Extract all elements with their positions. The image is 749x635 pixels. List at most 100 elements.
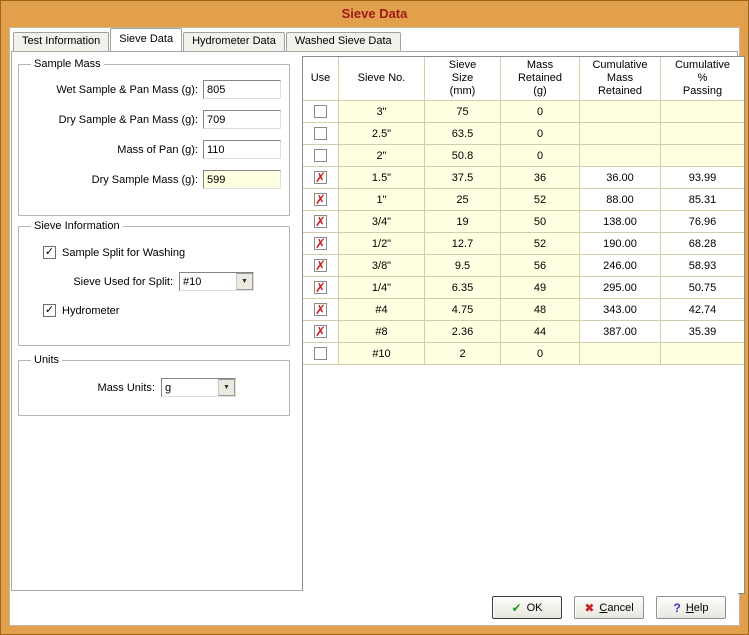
sieve-used-for-split-select[interactable]: #10 ▼ bbox=[179, 272, 254, 291]
sieve-table-body: 3"7502.5"63.502"50.80✗1.5"37.53636.0093.… bbox=[303, 101, 744, 365]
unchecked-box-icon bbox=[314, 149, 327, 162]
cumulative-mass-cell bbox=[580, 145, 661, 167]
cumulative-passing-cell: 42.74 bbox=[661, 299, 744, 321]
sieve-size-cell: 9.5 bbox=[425, 255, 501, 277]
sieve-no-cell: #4 bbox=[339, 299, 425, 321]
wet-sample-pan-mass-label: Wet Sample & Pan Mass (g): bbox=[27, 84, 198, 96]
use-checkbox[interactable]: ✗ bbox=[303, 233, 339, 255]
sample-mass-group: Sample Mass Wet Sample & Pan Mass (g): D… bbox=[18, 58, 290, 216]
mass-retained-cell[interactable]: 44 bbox=[501, 321, 580, 343]
cumulative-passing-cell: 93.99 bbox=[661, 167, 744, 189]
table-row: ✗1/2"12.752190.0068.28 bbox=[303, 233, 744, 255]
mass-units-label: Mass Units: bbox=[27, 382, 155, 394]
mass-retained-cell[interactable]: 0 bbox=[501, 101, 580, 123]
table-row: 3"750 bbox=[303, 101, 744, 123]
use-checkbox[interactable] bbox=[303, 123, 339, 145]
mass-retained-cell[interactable]: 0 bbox=[501, 343, 580, 365]
chevron-down-icon[interactable]: ▼ bbox=[218, 379, 235, 396]
sample-split-label: Sample Split for Washing bbox=[62, 247, 185, 259]
use-checkbox[interactable] bbox=[303, 101, 339, 123]
table-row: 2.5"63.50 bbox=[303, 123, 744, 145]
x-icon: ✖ bbox=[584, 602, 594, 614]
hydrometer-label: Hydrometer bbox=[62, 305, 119, 317]
use-checkbox[interactable]: ✗ bbox=[303, 277, 339, 299]
mass-retained-cell[interactable]: 36 bbox=[501, 167, 580, 189]
column-header-0: Use bbox=[303, 57, 339, 101]
cancel-button[interactable]: ✖ Cancel bbox=[574, 596, 644, 619]
use-checkbox[interactable]: ✗ bbox=[303, 189, 339, 211]
dry-sample-mass-row: Dry Sample Mass (g): bbox=[27, 170, 281, 189]
sieve-size-cell: 75 bbox=[425, 101, 501, 123]
unchecked-box-icon bbox=[314, 347, 327, 360]
window-title: Sieve Data bbox=[1, 1, 748, 27]
use-checkbox[interactable] bbox=[303, 343, 339, 365]
mass-retained-cell[interactable]: 52 bbox=[501, 189, 580, 211]
dry-sample-mass-label: Dry Sample Mass (g): bbox=[27, 174, 198, 186]
sieve-no-cell: 1/2" bbox=[339, 233, 425, 255]
sieve-size-cell: 19 bbox=[425, 211, 501, 233]
column-header-4: Cumulative Mass Retained bbox=[580, 57, 661, 101]
sieve-used-for-split-value: #10 bbox=[180, 276, 236, 288]
wet-sample-pan-mass-input[interactable] bbox=[203, 80, 281, 99]
use-checkbox[interactable]: ✗ bbox=[303, 299, 339, 321]
cumulative-mass-cell: 88.00 bbox=[580, 189, 661, 211]
mass-retained-cell[interactable]: 0 bbox=[501, 145, 580, 167]
cumulative-mass-cell: 387.00 bbox=[580, 321, 661, 343]
sieve-size-cell: 6.35 bbox=[425, 277, 501, 299]
sieve-size-cell: 2.36 bbox=[425, 321, 501, 343]
sample-split-checkbox[interactable]: ✓ Sample Split for Washing bbox=[43, 246, 281, 259]
use-checkbox[interactable]: ✗ bbox=[303, 255, 339, 277]
cumulative-mass-cell bbox=[580, 343, 661, 365]
sieve-size-cell: 2 bbox=[425, 343, 501, 365]
mass-retained-cell[interactable]: 56 bbox=[501, 255, 580, 277]
units-group-title: Units bbox=[31, 354, 62, 366]
sieve-size-cell: 4.75 bbox=[425, 299, 501, 321]
checkbox-icon: ✓ bbox=[43, 304, 56, 317]
mass-retained-cell[interactable]: 0 bbox=[501, 123, 580, 145]
tab-washed-sieve-data[interactable]: Washed Sieve Data bbox=[286, 32, 401, 51]
cumulative-mass-cell: 246.00 bbox=[580, 255, 661, 277]
cumulative-passing-cell: 58.93 bbox=[661, 255, 744, 277]
sieve-size-cell: 25 bbox=[425, 189, 501, 211]
dry-sample-mass-input[interactable] bbox=[203, 170, 281, 189]
ok-button[interactable]: ✔ OK bbox=[492, 596, 562, 619]
dry-sample-pan-mass-row: Dry Sample & Pan Mass (g): bbox=[27, 110, 281, 129]
sieve-table: UseSieve No.Sieve Size (mm)Mass Retained… bbox=[302, 56, 745, 594]
mass-of-pan-input[interactable] bbox=[203, 140, 281, 159]
mass-retained-cell[interactable]: 52 bbox=[501, 233, 580, 255]
cumulative-mass-cell bbox=[580, 101, 661, 123]
tab-sieve-data[interactable]: Sieve Data bbox=[110, 28, 182, 51]
checked-x-icon: ✗ bbox=[314, 171, 327, 184]
sieve-no-cell: 1.5" bbox=[339, 167, 425, 189]
cumulative-passing-cell bbox=[661, 101, 744, 123]
use-checkbox[interactable]: ✗ bbox=[303, 211, 339, 233]
tab-hydrometer-data[interactable]: Hydrometer Data bbox=[183, 32, 285, 51]
dry-sample-pan-mass-input[interactable] bbox=[203, 110, 281, 129]
checked-x-icon: ✗ bbox=[314, 325, 327, 338]
table-row: ✗1/4"6.3549295.0050.75 bbox=[303, 277, 744, 299]
mass-units-select[interactable]: g ▼ bbox=[161, 378, 236, 397]
checked-x-icon: ✗ bbox=[314, 303, 327, 316]
mass-retained-cell[interactable]: 49 bbox=[501, 277, 580, 299]
chevron-down-icon[interactable]: ▼ bbox=[236, 273, 253, 290]
sieve-no-cell: 3" bbox=[339, 101, 425, 123]
sieve-no-cell: 1" bbox=[339, 189, 425, 211]
use-checkbox[interactable]: ✗ bbox=[303, 167, 339, 189]
cumulative-passing-cell bbox=[661, 123, 744, 145]
unchecked-box-icon bbox=[314, 105, 327, 118]
mass-retained-cell[interactable]: 48 bbox=[501, 299, 580, 321]
use-checkbox[interactable]: ✗ bbox=[303, 321, 339, 343]
tab-test-information[interactable]: Test Information bbox=[13, 32, 109, 51]
cumulative-passing-cell: 35.39 bbox=[661, 321, 744, 343]
ok-button-label: OK bbox=[527, 602, 543, 614]
sieve-no-cell: 1/4" bbox=[339, 277, 425, 299]
checked-x-icon: ✗ bbox=[314, 259, 327, 272]
use-checkbox[interactable] bbox=[303, 145, 339, 167]
checkbox-icon: ✓ bbox=[43, 246, 56, 259]
mass-units-value: g bbox=[162, 382, 218, 394]
help-button[interactable]: ? Help bbox=[656, 596, 726, 619]
mass-of-pan-row: Mass of Pan (g): bbox=[27, 140, 281, 159]
sieve-information-group: Sieve Information ✓ Sample Split for Was… bbox=[18, 220, 290, 346]
mass-retained-cell[interactable]: 50 bbox=[501, 211, 580, 233]
hydrometer-checkbox[interactable]: ✓ Hydrometer bbox=[43, 304, 281, 317]
